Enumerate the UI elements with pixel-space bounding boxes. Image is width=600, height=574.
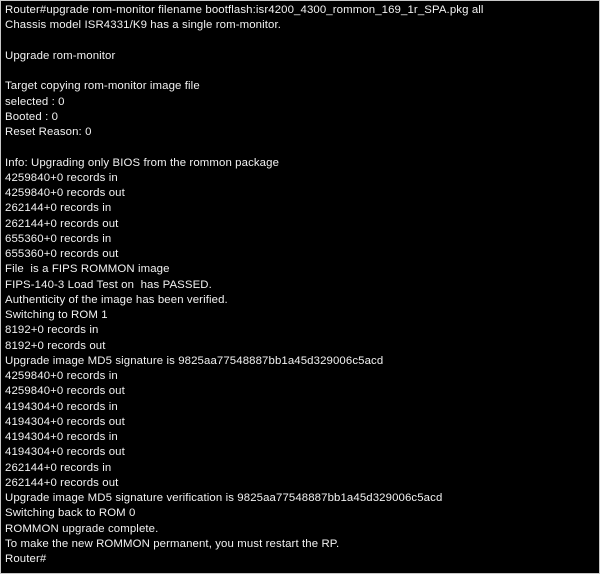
terminal-line: Authenticity of the image has been verif… [5, 293, 228, 306]
terminal-line: 262144+0 records in [5, 461, 112, 474]
terminal-line: 4259840+0 records out [5, 187, 125, 199]
terminal-line: ROMMON upgrade complete. [5, 522, 159, 535]
terminal-line: 8192+0 records in [5, 324, 99, 337]
terminal-line: 4194304+0 records in [5, 431, 118, 443]
terminal-line: Router#upgrade rom-monitor filename boot… [5, 4, 484, 16]
terminal-line: 4259840+0 records in [5, 370, 118, 382]
terminal-line: Upgrade rom-monitor [5, 49, 116, 62]
terminal-line: File is a FIPS ROMMON image [5, 263, 170, 276]
terminal-line: 262144+0 records out [5, 217, 119, 230]
terminal-line: 262144+0 records in [5, 202, 112, 215]
terminal-line: Target copying rom-monitor image file [5, 80, 200, 93]
terminal-line: FIPS-140-3 Load Test on has PASSED. [5, 278, 212, 291]
terminal-line: Reset Reason: 0 [5, 126, 92, 138]
terminal-line: 8192+0 records out [5, 339, 106, 352]
terminal-line: 655360+0 records in [5, 232, 112, 245]
terminal-line: 655360+0 records out [5, 248, 119, 260]
terminal-line: 4194304+0 records out [5, 415, 125, 428]
terminal-line: 262144+0 records out [5, 476, 119, 489]
terminal-line: selected : 0 [5, 95, 65, 108]
terminal-output: Router#upgrade rom-monitor filename boot… [5, 3, 597, 567]
terminal-line: To make the new ROMMON permanent, you mu… [5, 537, 340, 550]
terminal-line: Switching to ROM 1 [5, 309, 108, 321]
terminal-window[interactable]: Router#upgrade rom-monitor filename boot… [0, 0, 600, 574]
terminal-line: 4194304+0 records out [5, 446, 125, 459]
terminal-line: 4259840+0 records out [5, 385, 125, 398]
terminal-line: 4194304+0 records in [5, 400, 118, 413]
terminal-line: Booted : 0 [5, 110, 59, 123]
terminal-line: Upgrade image MD5 signature is 9825aa775… [5, 354, 384, 367]
terminal-line: Switching back to ROM 0 [5, 507, 136, 520]
terminal-line: Router# [5, 553, 47, 565]
terminal-line: 4259840+0 records in [5, 171, 118, 184]
terminal-line: Info: Upgrading only BIOS from the rommo… [5, 156, 280, 169]
terminal-line: Upgrade image MD5 signature verification… [5, 492, 443, 504]
terminal-line: Chassis model ISR4331/K9 has a single ro… [5, 19, 282, 32]
